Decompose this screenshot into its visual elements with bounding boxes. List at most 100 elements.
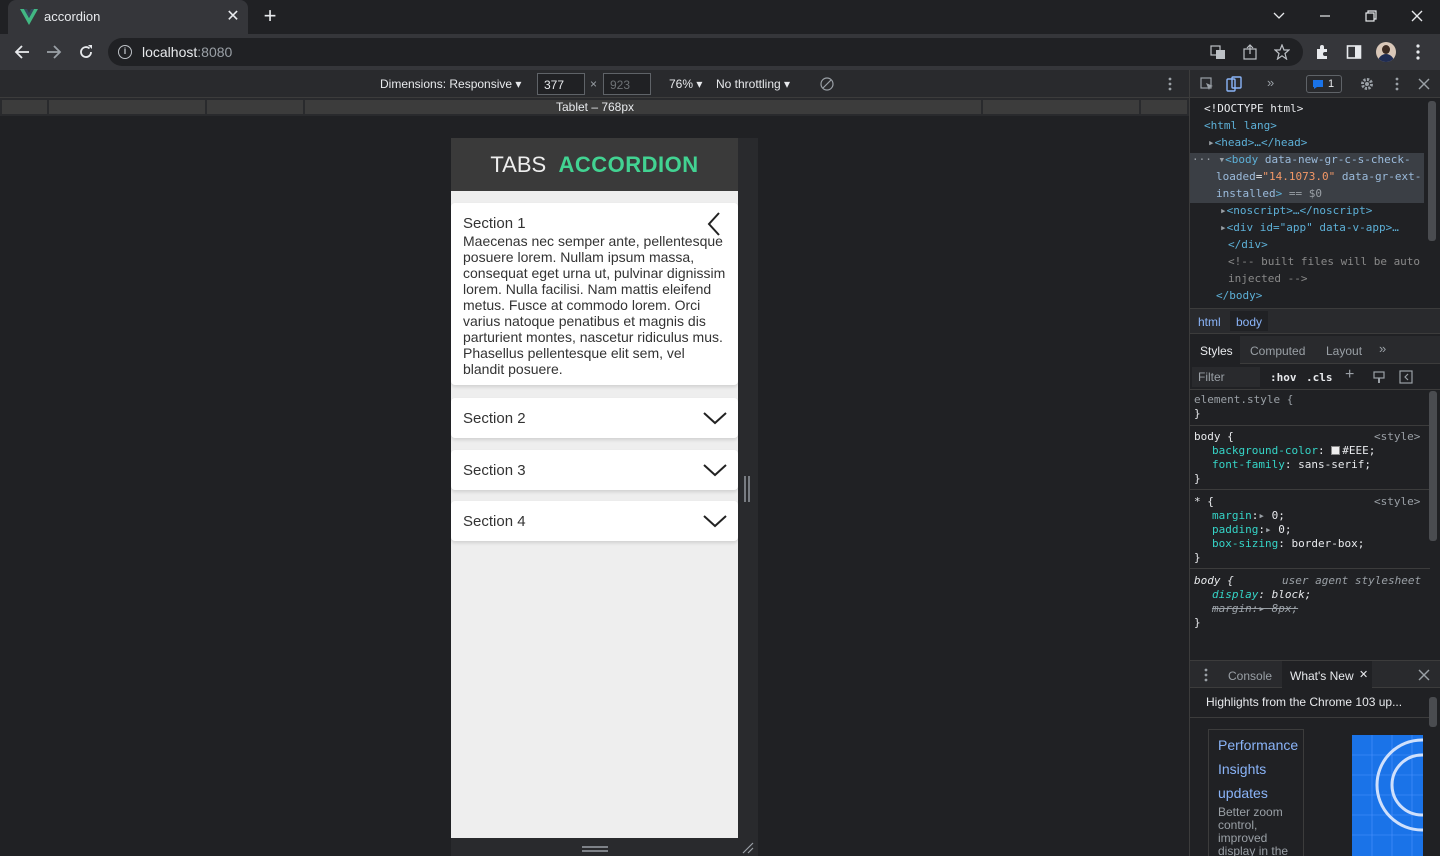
extensions-icon[interactable]	[1312, 42, 1332, 62]
doctype-node[interactable]: <!DOCTYPE html>	[1204, 100, 1303, 117]
rule-close: }	[1194, 616, 1201, 629]
style-source-link[interactable]: <style>	[1374, 428, 1420, 445]
address-bar[interactable]: i localhost:8080	[108, 38, 1303, 66]
styles-scrollbar[interactable]	[1429, 391, 1437, 541]
font-family-decl[interactable]: font-family: sans-serif;	[1212, 456, 1371, 473]
issues-badge[interactable]: 1	[1306, 75, 1342, 93]
more-panels-icon[interactable]: »	[1267, 75, 1274, 90]
forward-icon[interactable]	[42, 40, 66, 64]
resize-handle-bottom[interactable]	[451, 838, 758, 856]
rule-divider	[1190, 425, 1430, 426]
tab-computed[interactable]: Computed	[1250, 344, 1305, 358]
devtools-menu-icon[interactable]	[1395, 77, 1399, 91]
drawer-close-icon[interactable]	[1418, 669, 1430, 681]
back-icon[interactable]	[10, 40, 34, 64]
more-tabs-icon[interactable]: »	[1379, 341, 1386, 356]
star-rule-selector[interactable]: * {	[1194, 493, 1214, 510]
device-toolbar-menu-icon[interactable]	[1168, 77, 1172, 96]
window-close-icon[interactable]	[1402, 4, 1432, 28]
breadcrumb-html[interactable]: html	[1198, 315, 1221, 329]
device-toggle-icon[interactable]	[1226, 76, 1242, 92]
media-segment[interactable]	[983, 100, 1139, 114]
accordion-section-2[interactable]: Section 2	[451, 398, 738, 438]
color-swatch[interactable]	[1331, 446, 1341, 455]
devtools-close-icon[interactable]	[1418, 78, 1430, 90]
head-node[interactable]: ▸<head>…</head>	[1208, 134, 1307, 151]
inspect-element-icon[interactable]	[1200, 77, 1214, 91]
noscript-node[interactable]: ▸<noscript>…</noscript>	[1220, 202, 1372, 219]
style-source-link[interactable]: <style>	[1374, 493, 1420, 510]
accordion-section-3[interactable]: Section 3	[451, 450, 738, 490]
new-tab-button[interactable]: +	[259, 4, 281, 28]
resize-corner-icon[interactable]	[742, 842, 754, 854]
comment-node-cont: injected -->	[1228, 272, 1308, 285]
side-panel-icon[interactable]	[1344, 42, 1364, 62]
body-node[interactable]: ··· ▾<body data-new-gr-c-s-check-	[1192, 151, 1411, 168]
media-segment[interactable]	[2, 100, 47, 114]
width-input[interactable]: 377	[537, 73, 585, 95]
tab-layout[interactable]: Layout	[1326, 344, 1362, 358]
html-node[interactable]: <html lang>	[1204, 117, 1277, 134]
height-input[interactable]: 923	[603, 73, 651, 95]
vue-logo-icon	[20, 9, 38, 25]
dimensions-dropdown[interactable]: Dimensions: Responsive ▾	[380, 77, 521, 91]
restore-icon[interactable]	[1356, 4, 1386, 28]
resize-handle-right[interactable]	[738, 138, 758, 838]
bookmark-star-icon[interactable]	[1272, 42, 1292, 62]
drawer-scrollbar[interactable]	[1429, 697, 1437, 727]
tab-console[interactable]: Console	[1228, 669, 1272, 683]
whats-new-link[interactable]: Performance Insights updates	[1218, 733, 1298, 805]
accordion-section-1[interactable]: Section 1 Maecenas nec semper ante, pell…	[451, 203, 738, 385]
paint-bucket-icon[interactable]	[1372, 370, 1386, 384]
chevron-down-icon[interactable]	[703, 514, 727, 528]
tab-styles[interactable]: Styles	[1200, 344, 1233, 358]
styles-filter-input[interactable]: Filter	[1192, 367, 1260, 387]
browser-toolbar: i localhost:8080	[0, 34, 1440, 70]
translate-icon[interactable]	[1208, 42, 1228, 62]
accordion-section-4[interactable]: Section 4	[451, 501, 738, 541]
new-rule-icon[interactable]: +	[1345, 366, 1354, 384]
rule-divider	[1190, 489, 1430, 490]
hov-toggle[interactable]: :hov	[1270, 369, 1297, 386]
tab-close-icon[interactable]: ✕	[224, 6, 242, 26]
comment-node[interactable]: <!-- built files will be auto	[1228, 253, 1420, 270]
share-icon[interactable]	[1240, 42, 1260, 62]
site-info-icon[interactable]: i	[118, 45, 132, 59]
toggle-sidebar-icon[interactable]	[1399, 370, 1413, 384]
app-div-node[interactable]: ▸<div id="app" data-v-app>…	[1220, 219, 1399, 236]
profile-avatar[interactable]	[1376, 42, 1396, 62]
settings-gear-icon[interactable]	[1360, 77, 1374, 91]
rotate-disabled-icon[interactable]	[820, 77, 834, 96]
tab-search-chevron-icon[interactable]	[1264, 4, 1294, 26]
throttling-dropdown[interactable]: No throttling ▾	[716, 77, 790, 91]
styles-filter-row: Filter :hov .cls +	[1190, 364, 1440, 390]
whats-new-card[interactable]: Performance Insights updates Better zoom…	[1208, 729, 1304, 856]
media-segment[interactable]	[207, 100, 303, 114]
app-title-tabs: TABS	[490, 152, 547, 177]
cls-toggle[interactable]: .cls	[1306, 369, 1333, 386]
breadcrumb-body[interactable]: body	[1230, 311, 1269, 331]
browser-menu-icon[interactable]	[1408, 42, 1428, 62]
rule-divider	[1190, 568, 1430, 569]
box-sizing-decl[interactable]: box-sizing: border-box;	[1212, 535, 1364, 552]
media-segment[interactable]	[1141, 100, 1187, 114]
browser-tab[interactable]: accordion ✕	[8, 0, 248, 34]
section-title: Section 3	[463, 462, 526, 479]
chevron-down-icon[interactable]	[703, 411, 727, 425]
rule-close: }	[1194, 472, 1201, 485]
zoom-dropdown[interactable]: 76% ▾	[669, 77, 702, 91]
reload-icon[interactable]	[74, 40, 98, 64]
drawer-tabbar: Console What's New ✕	[1190, 660, 1440, 689]
elements-scrollbar[interactable]	[1428, 101, 1436, 241]
element-style-rule[interactable]: element.style {	[1194, 391, 1293, 408]
media-segment[interactable]	[885, 100, 981, 114]
styles-tabbar: Styles Computed Layout »	[1190, 336, 1440, 364]
minimize-icon[interactable]	[1310, 4, 1340, 28]
chevron-down-icon[interactable]	[703, 463, 727, 477]
section-body: Maecenas nec semper ante, pellentesque p…	[463, 233, 726, 377]
ua-margin-decl-overridden[interactable]: margin:▸ 8px;	[1212, 600, 1298, 617]
media-segment[interactable]	[49, 100, 205, 114]
drawer-menu-icon[interactable]	[1204, 668, 1208, 682]
tab-close-icon[interactable]: ✕	[1359, 668, 1368, 681]
tab-whats-new[interactable]: What's New ✕	[1282, 661, 1372, 689]
